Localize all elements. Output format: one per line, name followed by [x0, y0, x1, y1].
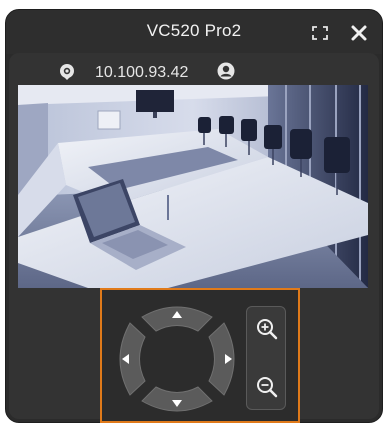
pan-up-button[interactable]	[141, 306, 213, 332]
close-icon[interactable]	[349, 23, 369, 43]
location-pin-icon	[60, 64, 74, 80]
pan-down-button[interactable]	[141, 386, 213, 412]
camera-video-feed	[18, 85, 368, 288]
fullscreen-icon[interactable]	[312, 26, 328, 40]
zoom-out-icon[interactable]	[255, 375, 279, 399]
zoom-control	[246, 306, 286, 410]
title-bar: VC520 Pro2	[6, 10, 382, 54]
zoom-in-icon[interactable]	[255, 317, 279, 341]
user-account-icon[interactable]	[217, 62, 235, 80]
pan-tilt-dpad	[119, 306, 235, 412]
ip-address: 10.100.93.42	[95, 64, 189, 81]
